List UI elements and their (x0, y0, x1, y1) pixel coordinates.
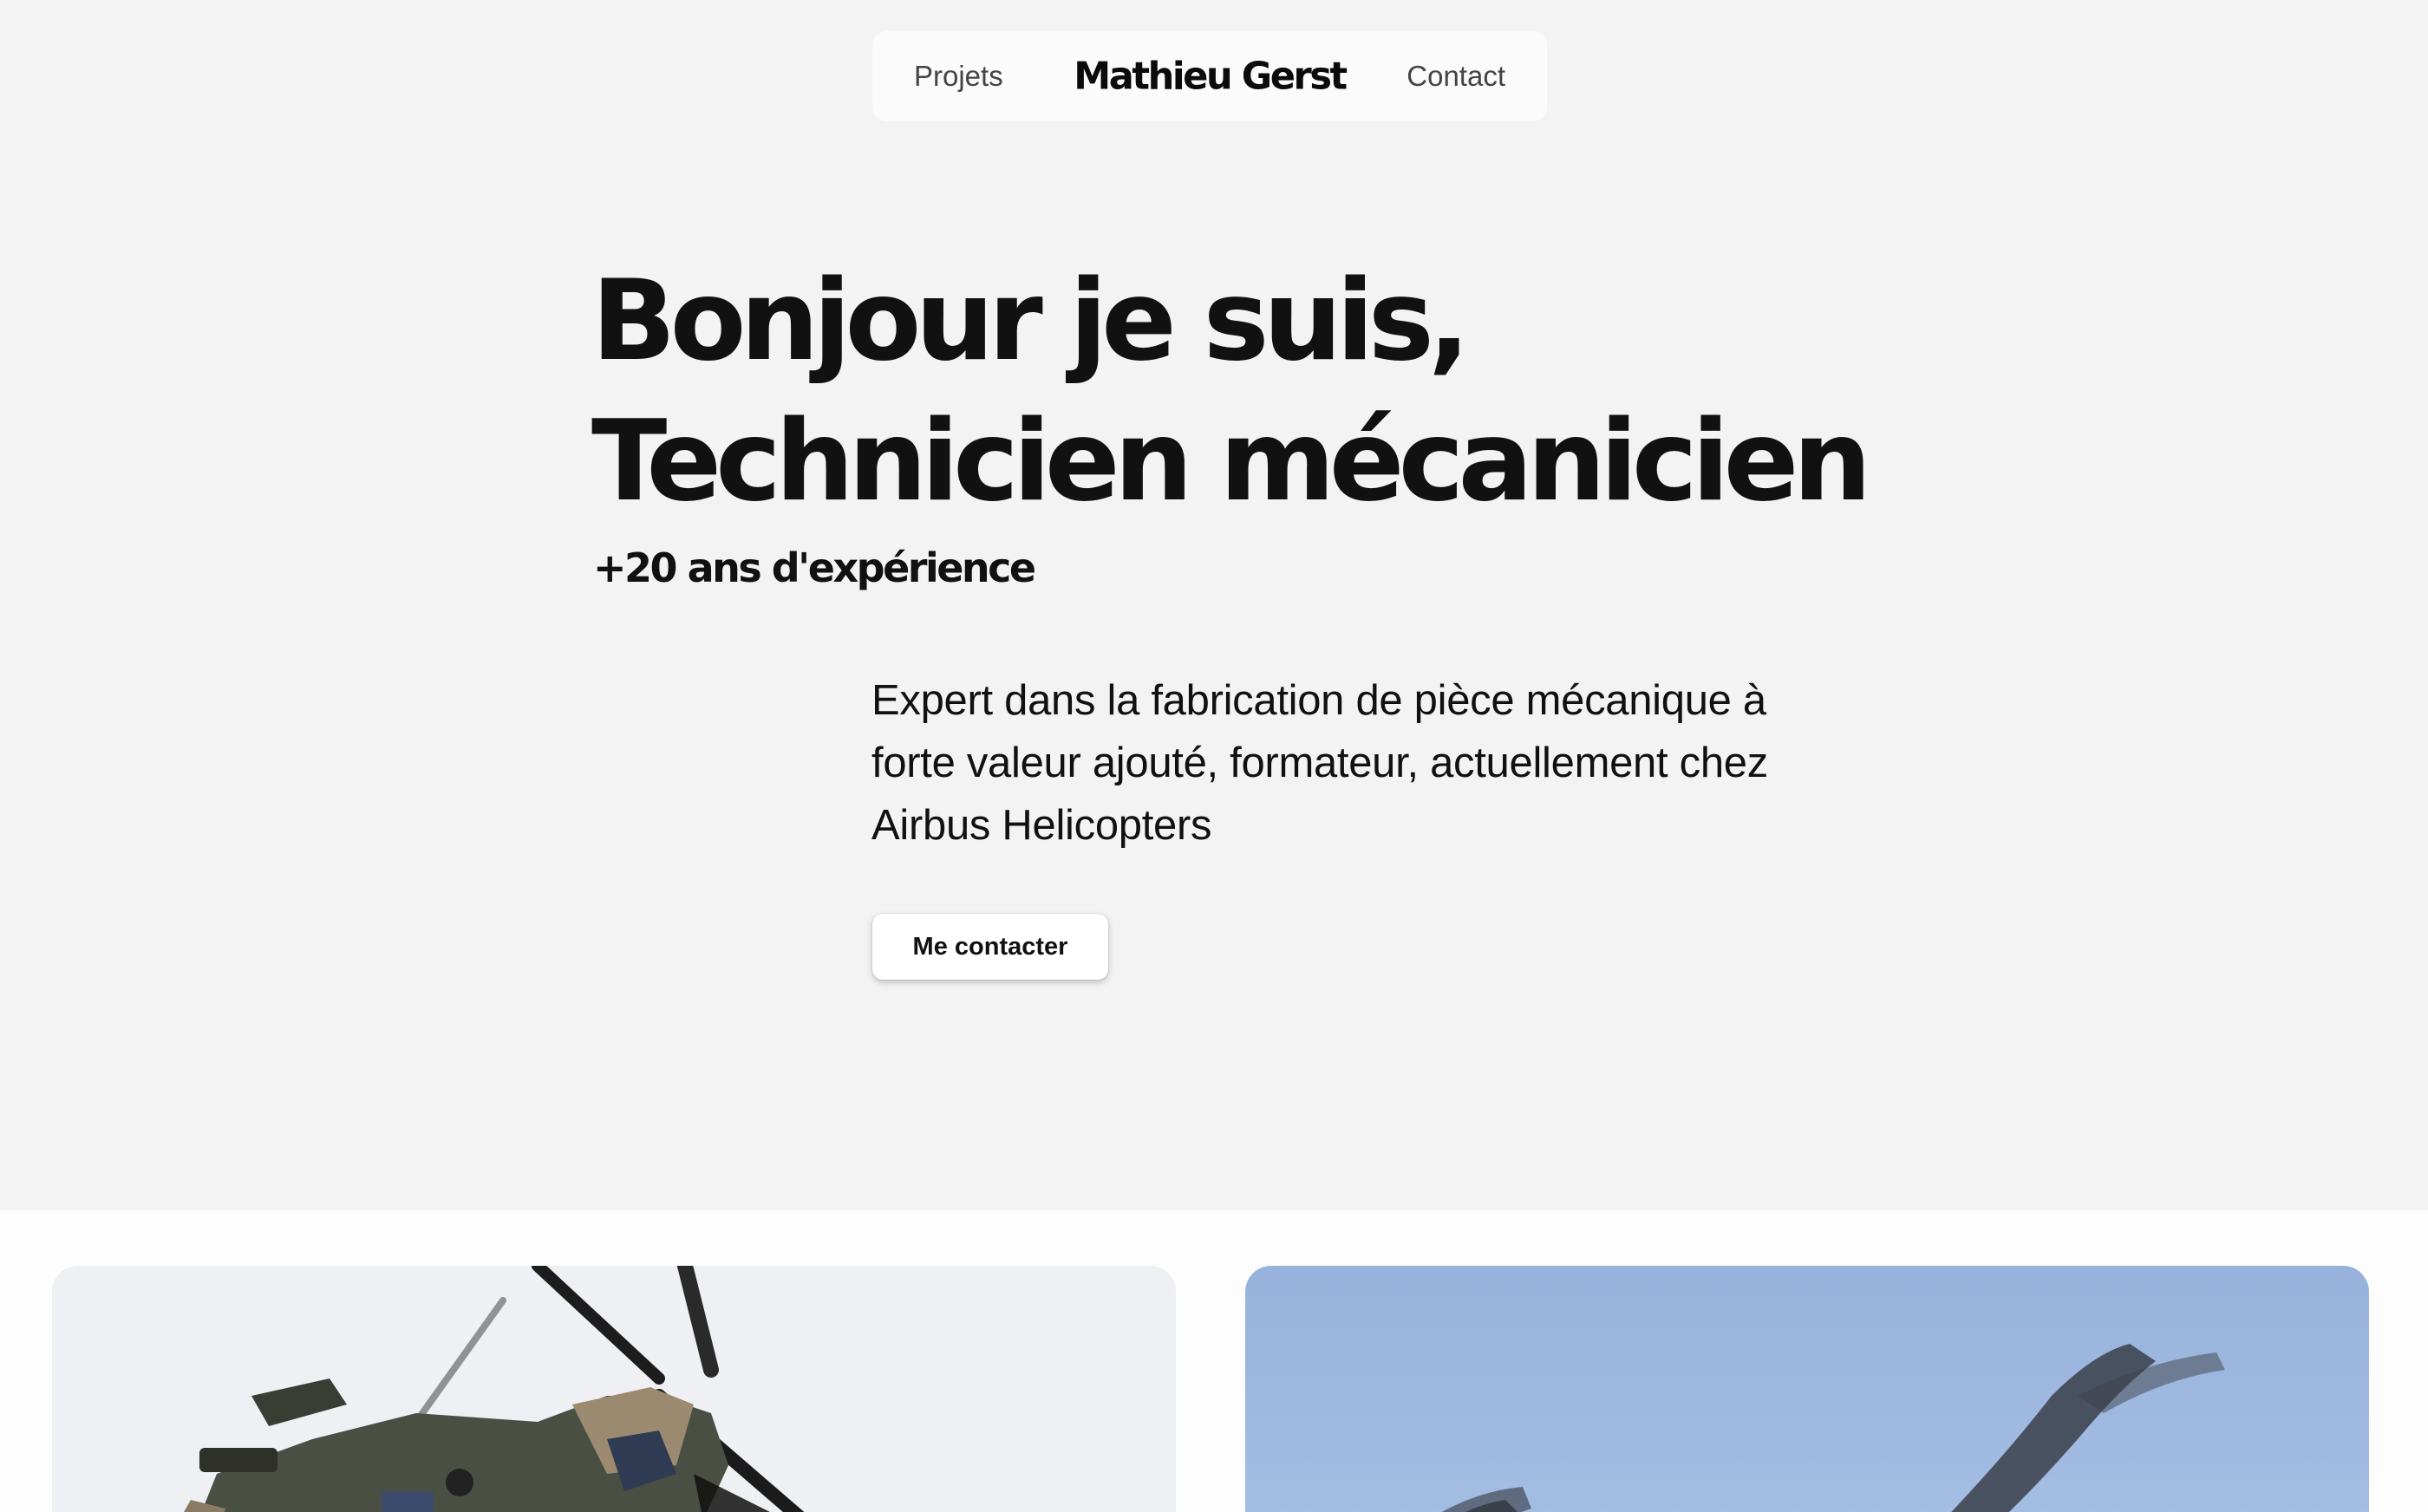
nav-link-contact[interactable]: Contact (1407, 60, 1505, 93)
hero-title-line-2: Technicien mécanicien (591, 397, 1871, 526)
nav-link-projets[interactable]: Projets (914, 60, 1003, 93)
projects-section (0, 1210, 2428, 1512)
helicopter-rotor-image (1441, 1344, 2225, 1512)
hero-description: Expert dans la fabrication de pièce méca… (871, 677, 1768, 849)
project-card-2[interactable] (1245, 1266, 2369, 1512)
brand-name[interactable]: Mathieu Gerst (1074, 55, 1348, 99)
military-helicopter-image (184, 1266, 805, 1512)
hero-title: Bonjour je suis, Technicien mécanicien (591, 251, 1871, 532)
project-card-1[interactable] (52, 1266, 1176, 1512)
top-nav: Projets Mathieu Gerst Contact (872, 31, 1547, 121)
hero-subtitle: +20 ans d'expérience (593, 544, 1036, 591)
contact-button[interactable]: Me contacter (872, 914, 1108, 980)
hero-title-line-1: Bonjour je suis, (591, 257, 1470, 386)
